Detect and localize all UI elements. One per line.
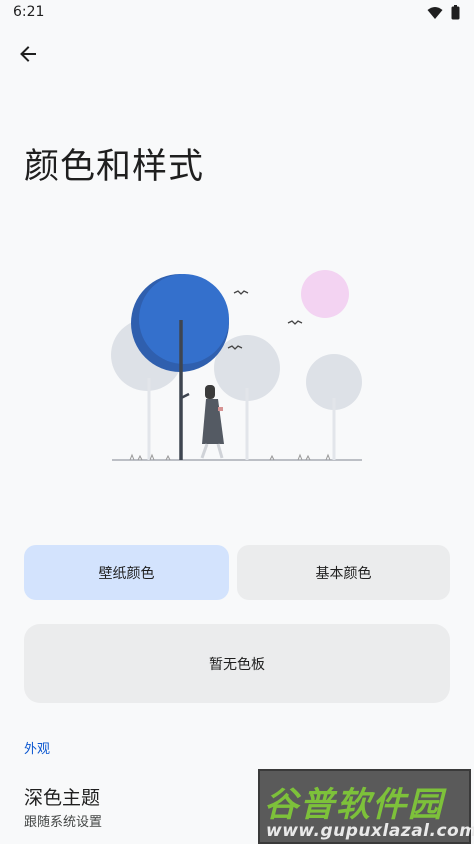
watermark-url: www.gupuxlazal.com	[266, 821, 474, 841]
status-icons	[427, 5, 460, 24]
page-title: 颜色和样式	[24, 147, 205, 187]
wifi-icon	[427, 5, 443, 24]
watermark-logo: 谷普软件园 www.gupuxlazal.com	[258, 769, 474, 844]
basic-colors-button[interactable]: 基本颜色	[237, 545, 450, 600]
status-time: 6:21	[13, 4, 45, 20]
battery-icon	[451, 5, 460, 24]
palette-area: 暂无色板	[24, 624, 450, 703]
arrow-back-icon	[18, 44, 38, 68]
dark-theme-summary: 跟随系统设置	[24, 815, 103, 830]
status-bar: 6:21	[0, 0, 474, 26]
wallpaper-colors-label: 壁纸颜色	[98, 565, 155, 582]
wallpaper-colors-button[interactable]: 壁纸颜色	[24, 545, 229, 600]
section-header-appearance: 外观	[24, 742, 51, 757]
style-illustration	[110, 268, 366, 468]
back-button[interactable]	[10, 38, 46, 74]
no-palette-label: 暂无色板	[209, 656, 265, 673]
watermark-title: 谷普软件园	[264, 785, 444, 825]
basic-colors-label: 基本颜色	[315, 565, 372, 582]
dark-theme-title[interactable]: 深色主题	[24, 783, 100, 810]
